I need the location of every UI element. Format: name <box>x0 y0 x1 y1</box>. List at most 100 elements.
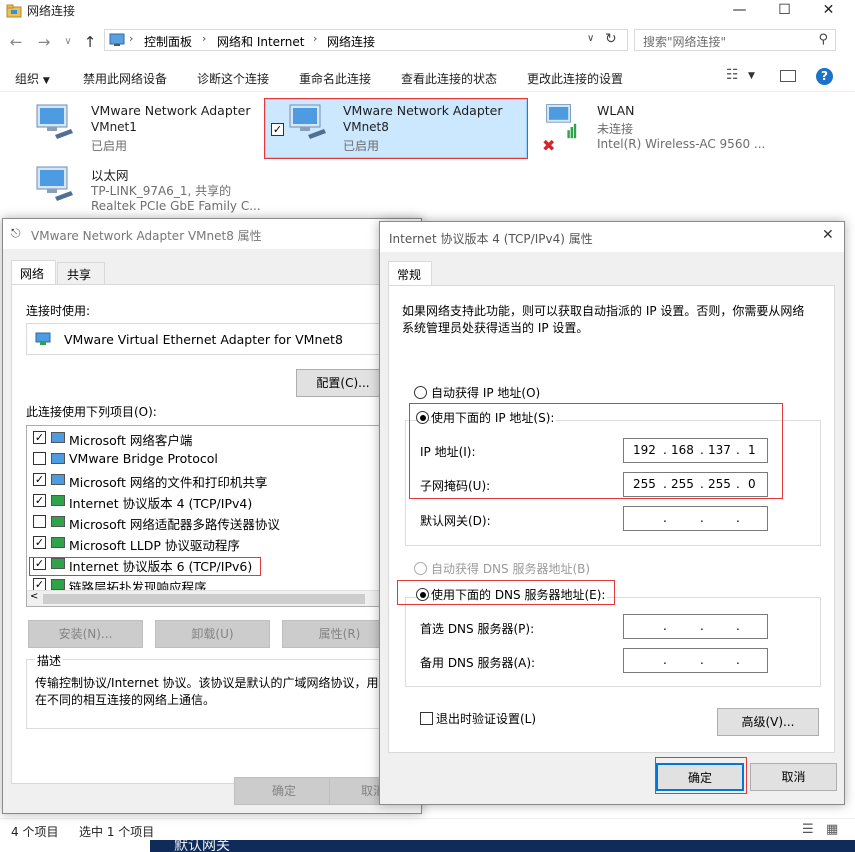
disable-device-button[interactable]: 禁用此网络设备 <box>83 70 167 87</box>
large-icons-view-icon[interactable]: ▦ <box>826 822 838 837</box>
ip-address-field[interactable]: 192 . 168 . 137 . 1 <box>623 438 768 463</box>
background-text: 默认网关 <box>174 840 230 852</box>
tab-sharing[interactable]: 共享 <box>57 262 105 284</box>
dialog-title: VMware Network Adapter VMnet8 属性 <box>31 229 262 243</box>
description-group: 描述 传输控制协议/Internet 协议。该协议是默认的广域网络协议，用于在不… <box>26 652 406 729</box>
list-item[interactable]: ✓ Microsoft 网络的文件和打印机共享 <box>27 470 395 490</box>
alternate-dns-field[interactable]: . . . <box>623 648 768 673</box>
list-item[interactable]: ✓ Microsoft LLDP 协议驱动程序 <box>27 533 395 553</box>
octet-dot: . <box>700 443 704 457</box>
refresh-icon[interactable]: ↻ <box>605 31 617 47</box>
view-options-icon[interactable]: ☷ <box>726 67 739 83</box>
search-icon: ⚲ <box>818 32 828 47</box>
address-bar[interactable]: › 控制面板 › 网络和 Internet › 网络连接 ∨ ↻ <box>104 29 628 51</box>
horizontal-scrollbar[interactable]: < > <box>27 590 395 606</box>
list-item[interactable]: Microsoft 网络适配器多路传送器协议 <box>27 512 395 532</box>
breadcrumb-network-connections[interactable]: 网络连接 <box>327 33 375 50</box>
search-input[interactable]: 搜索"网络连接" ⚲ <box>634 29 836 51</box>
address-dropdown-icon[interactable]: ∨ <box>587 33 594 44</box>
manual-ip-radio[interactable] <box>416 411 429 424</box>
forward-arrow-icon[interactable]: → <box>34 32 54 52</box>
details-view-icon[interactable]: ☰ <box>802 822 814 837</box>
adapter-device: VMnet8 <box>343 120 389 134</box>
item-checkbox[interactable]: ✓ <box>33 431 46 444</box>
organize-menu[interactable]: 组织 ▼ <box>15 70 50 87</box>
gateway-field[interactable]: . . . <box>623 506 768 531</box>
maximize-button[interactable]: ☐ <box>762 0 807 22</box>
adapter-vmnet8[interactable]: ✓ VMware Network Adapter VMnet8 已启用 <box>264 98 528 159</box>
item-label: Microsoft 网络的文件和打印机共享 <box>69 475 268 490</box>
list-item[interactable]: ✓ Microsoft 网络客户端 <box>27 428 395 448</box>
validate-checkbox[interactable] <box>420 712 433 725</box>
adapter-properties-dialog: ⎋ VMware Network Adapter VMnet8 属性 网络 共享… <box>2 218 422 814</box>
install-button[interactable]: 安装(N)... <box>28 620 143 648</box>
diagnose-button[interactable]: 诊断这个连接 <box>197 70 269 87</box>
rename-button[interactable]: 重命名此连接 <box>299 70 371 87</box>
item-checkbox[interactable]: ✓ <box>33 494 46 507</box>
octet-dot: . <box>663 477 667 491</box>
octet-dot: . <box>663 619 667 633</box>
octet-dot: . <box>736 653 740 667</box>
adapter-name: VMware Network Adapter <box>91 103 251 118</box>
configure-button[interactable]: 配置(C)... <box>296 369 390 397</box>
manual-dns-radio[interactable] <box>416 588 429 601</box>
component-icon <box>51 579 65 590</box>
scroll-left-icon[interactable]: < <box>30 591 38 602</box>
list-item[interactable]: VMware Bridge Protocol <box>27 449 395 469</box>
breadcrumb-control-panel[interactable]: 控制面板 <box>144 33 192 50</box>
octet-dot: . <box>663 511 667 525</box>
selection-checkbox[interactable]: ✓ <box>271 123 284 136</box>
component-icon <box>51 453 65 464</box>
close-button[interactable]: ✕ <box>806 0 851 22</box>
mask-octet-3: 255 <box>708 477 731 491</box>
item-checkbox[interactable]: ✓ <box>33 473 46 486</box>
view-status-button[interactable]: 查看此连接的状态 <box>401 70 497 87</box>
cancel-button[interactable]: 取消 <box>750 763 837 791</box>
item-label: Internet 协议版本 4 (TCP/IPv4) <box>69 496 253 511</box>
subnet-mask-field[interactable]: 255 . 255 . 255 . 0 <box>623 472 768 497</box>
recent-chevron-icon[interactable]: ∨ <box>58 32 78 52</box>
adapter-wlan[interactable]: ✖ WLAN 未连接 Intel(R) Wireless-AC 9560 ... <box>541 103 781 161</box>
adapter-card-icon <box>35 332 51 345</box>
change-settings-button[interactable]: 更改此连接的设置 <box>527 70 623 87</box>
mask-octet-1: 255 <box>633 477 656 491</box>
component-icon <box>51 432 65 443</box>
components-list[interactable]: ✓ Microsoft 网络客户端 VMware Bridge Protocol ✓ M… <box>26 425 396 607</box>
item-checkbox[interactable]: ✓ <box>33 536 46 549</box>
auto-ip-radio[interactable] <box>414 386 427 399</box>
up-arrow-icon[interactable]: ↑ <box>80 32 100 52</box>
item-checkbox[interactable] <box>33 452 46 465</box>
preferred-dns-field[interactable]: . . . <box>623 614 768 639</box>
highlight-box <box>29 557 261 576</box>
minimize-button[interactable]: — <box>717 0 762 22</box>
uninstall-button[interactable]: 卸载(U) <box>155 620 270 648</box>
control-panel-icon <box>109 33 125 46</box>
adapter-ethernet[interactable]: 以太网 TP-LINK_97A6_1, 共享的 Realtek PCIe GbE… <box>35 165 285 223</box>
breadcrumb-separator-icon: › <box>313 32 318 45</box>
breadcrumb-network-internet[interactable]: 网络和 Internet <box>217 33 304 50</box>
chevron-down-icon[interactable]: ▼ <box>748 71 755 81</box>
preview-pane-icon[interactable] <box>780 70 796 82</box>
connect-using-label: 连接时使用: <box>26 304 91 318</box>
adapter-vmnet1[interactable]: VMware Network Adapter VMnet1 已启用 <box>35 103 285 161</box>
list-item[interactable]: ✓ Internet 协议版本 4 (TCP/IPv4) <box>27 491 395 511</box>
component-icon <box>51 516 65 527</box>
item-label: Microsoft 网络客户端 <box>69 433 193 448</box>
adapter-status: 已启用 <box>343 139 380 153</box>
auto-dns-radio[interactable] <box>414 562 427 575</box>
auto-dns-label: 自动获得 DNS 服务器地址(B) <box>431 562 591 576</box>
title-bar: 网络连接 — ☐ ✕ <box>0 0 855 26</box>
back-arrow-icon[interactable]: ← <box>6 32 26 52</box>
preferred-dns-label: 首选 DNS 服务器(P): <box>420 622 535 636</box>
tab-general[interactable]: 常规 <box>388 261 432 286</box>
item-checkbox[interactable] <box>33 515 46 528</box>
tab-network[interactable]: 网络 <box>11 260 56 285</box>
breadcrumb-separator-icon: › <box>202 32 207 45</box>
help-icon[interactable]: ? <box>816 68 833 85</box>
advanced-button[interactable]: 高级(V)... <box>717 708 819 736</box>
adapter-name-box: VMware Virtual Ethernet Adapter for VMne… <box>26 323 406 355</box>
ok-button[interactable]: 确定 <box>234 777 334 805</box>
octet-dot: . <box>663 443 667 457</box>
close-icon[interactable]: ✕ <box>822 227 834 243</box>
scrollbar-thumb[interactable] <box>43 594 365 604</box>
